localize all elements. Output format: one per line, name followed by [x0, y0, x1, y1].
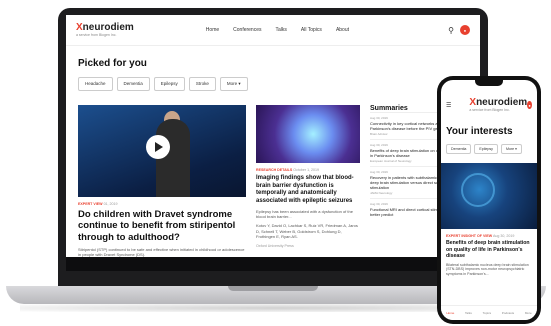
nav-all-topics[interactable]: All Topics	[301, 27, 322, 33]
nav-about[interactable]: About	[336, 27, 349, 33]
main-nav: Home Conferences Talks All Topics About	[206, 27, 349, 33]
phone-header: ☰ Xneurodiem a service from Biogen Inc. …	[441, 86, 537, 124]
article-summary: Epilepsy has been associated with a dysf…	[256, 209, 353, 220]
hero-meta: EXPERT VIEW 01, 2019	[78, 202, 118, 206]
nav-conferences[interactable]: Conferences	[233, 27, 261, 33]
brain-image	[256, 105, 360, 163]
chip-dementia[interactable]: Dementia	[116, 77, 150, 91]
search-icon[interactable]: ⚲	[448, 26, 454, 35]
phone-brand-logo[interactable]: Xneurodiem a service from Biogen Inc.	[469, 97, 527, 113]
content-grid: EXPERT VIEW 01, 2019 Do children with Dr…	[78, 105, 480, 267]
phone-article-meta: EXPERT INSIGHT OF VIEW Aug 30, 2019	[446, 234, 515, 238]
phone-avatar[interactable]: ●	[527, 101, 532, 109]
hero-video[interactable]	[78, 105, 246, 197]
tab-podcasts[interactable]: Podcasts	[502, 311, 514, 315]
phone-article-title[interactable]: Benefits of deep brain stimulation on qu…	[446, 240, 532, 260]
laptop-frame: Xneurodiem a service from Biogen Inc. Ho…	[58, 8, 488, 291]
play-icon[interactable]	[146, 135, 170, 159]
hero-article[interactable]: EXPERT VIEW 01, 2019 Do children with Dr…	[78, 105, 246, 267]
article-meta: RESEARCH DETAILS October 1, 2019	[256, 168, 320, 172]
phone-article-image[interactable]	[441, 163, 537, 229]
phone-frame: ☰ Xneurodiem a service from Biogen Inc. …	[437, 76, 541, 324]
laptop-screen: Xneurodiem a service from Biogen Inc. Ho…	[66, 15, 480, 271]
nav-talks[interactable]: Talks	[276, 27, 287, 33]
article-authors: Kotov Y, David O, Lachkar S, Ruiz VR, Fr…	[256, 223, 358, 239]
phone-screen: ☰ Xneurodiem a service from Biogen Inc. …	[441, 80, 537, 320]
dark-footer-strip	[66, 257, 480, 271]
hero-summary: Stiripentol (STP) continued to be safe a…	[78, 247, 245, 258]
topic-chips: Headache Dementia Epilepsy Stroke More ▾	[78, 77, 480, 91]
tab-home[interactable]: Home	[446, 311, 454, 315]
chip-stroke[interactable]: Stroke	[188, 77, 216, 91]
article-source: Oxford University Press	[256, 243, 294, 248]
avatar[interactable]: ●	[460, 25, 470, 35]
article-title[interactable]: Imaging findings show that blood-brain b…	[256, 175, 360, 205]
tab-more[interactable]: More	[525, 311, 532, 315]
chip-more[interactable]: More ▾	[500, 144, 522, 154]
phone-article[interactable]: EXPERT INSIGHT OF VIEW Aug 30, 2019 Bene…	[441, 234, 537, 277]
phone-page-title: Your interests	[446, 126, 513, 137]
article-card[interactable]: RESEARCH DETAILS October 1, 2019 Imaging…	[256, 105, 360, 267]
menu-icon[interactable]: ☰	[446, 102, 451, 109]
chip-more[interactable]: More ▾	[219, 77, 248, 91]
laptop-notch	[228, 286, 318, 291]
chip-epilepsy[interactable]: Epilepsy	[474, 144, 498, 154]
page-title: Picked for you	[78, 58, 147, 69]
phone-tab-bar: Home Talks Topics Podcasts More	[441, 305, 537, 320]
site-header: Xneurodiem a service from Biogen Inc. Ho…	[66, 15, 480, 46]
chip-headache[interactable]: Headache	[78, 77, 113, 91]
tab-talks[interactable]: Talks	[465, 311, 472, 315]
tab-topics[interactable]: Topics	[483, 311, 492, 315]
phone-chips: Dementia Epilepsy More ▾	[446, 144, 537, 154]
phone-article-summary: Bilateral subthalamic nucleus deep brain…	[446, 262, 529, 276]
chip-epilepsy[interactable]: Epilepsy	[153, 77, 185, 91]
brand-logo[interactable]: Xneurodiem a service from Biogen Inc.	[76, 22, 134, 38]
hero-title[interactable]: Do children with Dravet syndrome continu…	[78, 209, 246, 243]
phone-notch	[475, 80, 503, 86]
chip-dementia[interactable]: Dementia	[446, 144, 472, 154]
nav-home[interactable]: Home	[206, 27, 219, 33]
